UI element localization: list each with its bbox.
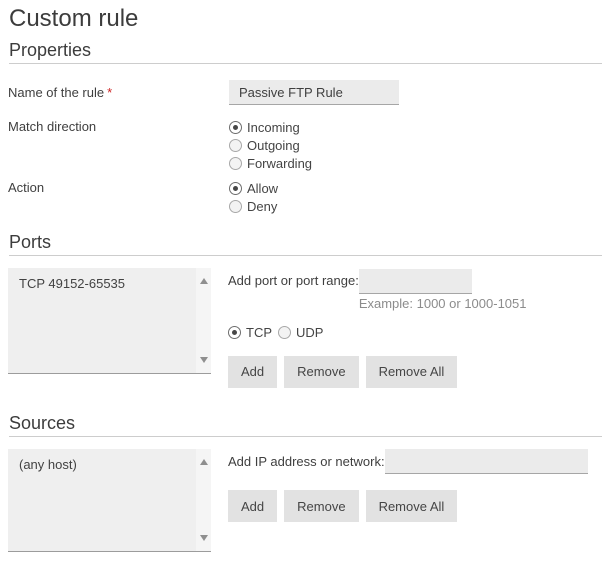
radio-option-incoming[interactable]: Incoming <box>229 118 312 136</box>
rule-name-label: Name of the rule* <box>8 80 229 105</box>
radio-icon[interactable] <box>229 157 242 170</box>
ports-buttons: Add Remove Remove All <box>228 356 602 388</box>
add-source-input-col <box>385 449 588 474</box>
match-direction-label: Match direction <box>8 118 229 136</box>
radio-option-label: UDP <box>296 325 323 340</box>
ports-row: TCP 49152-65535 Add port or port range: … <box>8 268 602 388</box>
add-source-button[interactable]: Add <box>228 490 277 522</box>
radio-icon[interactable] <box>229 139 242 152</box>
section-heading-sources: Sources <box>9 413 602 437</box>
listbox-scrollbar[interactable] <box>196 449 211 551</box>
port-example-hint: Example: 1000 or 1000-1051 <box>359 297 527 311</box>
radio-icon[interactable] <box>229 121 242 134</box>
radio-option-label: Incoming <box>247 120 300 135</box>
sources-panel: Add IP address or network: Add Remove Re… <box>228 449 602 523</box>
radio-option-label: Allow <box>247 181 278 196</box>
radio-option-allow[interactable]: Allow <box>229 179 278 197</box>
ports-listbox[interactable]: TCP 49152-65535 <box>8 268 211 374</box>
page-title: Custom rule <box>9 5 602 33</box>
list-item[interactable]: TCP 49152-65535 <box>8 268 211 291</box>
add-port-line: Add port or port range: Example: 1000 or… <box>228 268 602 311</box>
section-heading-ports: Ports <box>9 232 602 256</box>
sources-row: (any host) Add IP address or network: Ad… <box>8 449 602 552</box>
action-row: Action Allow Deny <box>8 179 602 215</box>
remove-source-button[interactable]: Remove <box>284 490 358 522</box>
radio-option-deny[interactable]: Deny <box>229 197 278 215</box>
radio-icon[interactable] <box>228 326 241 339</box>
action-label: Action <box>8 179 229 197</box>
ports-panel: Add port or port range: Example: 1000 or… <box>228 268 602 388</box>
action-options: Allow Deny <box>229 179 278 215</box>
add-source-input[interactable] <box>385 449 588 474</box>
radio-icon[interactable] <box>229 182 242 195</box>
radio-option-label: Deny <box>247 199 277 214</box>
sources-buttons: Add Remove Remove All <box>228 490 602 522</box>
add-source-line: Add IP address or network: <box>228 449 602 475</box>
custom-rule-form: Custom rule Properties Name of the rule*… <box>0 0 605 552</box>
add-port-button[interactable]: Add <box>228 356 277 388</box>
add-port-label: Add port or port range: <box>228 268 359 293</box>
rule-name-row: Name of the rule* <box>8 80 602 105</box>
remove-all-sources-button[interactable]: Remove All <box>366 490 458 522</box>
section-heading-properties: Properties <box>9 40 602 64</box>
radio-option-tcp[interactable]: TCP <box>228 324 272 342</box>
add-port-input[interactable] <box>359 269 472 294</box>
radio-option-forwarding[interactable]: Forwarding <box>229 154 312 172</box>
sources-listbox[interactable]: (any host) <box>8 449 211 552</box>
required-asterisk: * <box>107 85 112 100</box>
radio-option-label: Forwarding <box>247 156 312 171</box>
remove-all-ports-button[interactable]: Remove All <box>366 356 458 388</box>
radio-option-label: Outgoing <box>247 138 300 153</box>
scroll-down-icon[interactable] <box>200 357 208 363</box>
add-source-label: Add IP address or network: <box>228 449 385 474</box>
match-direction-row: Match direction Incoming Outgoing Forwar… <box>8 118 602 172</box>
radio-option-udp[interactable]: UDP <box>278 324 323 342</box>
radio-icon[interactable] <box>229 200 242 213</box>
rule-name-input[interactable] <box>229 80 399 105</box>
radio-icon[interactable] <box>278 326 291 339</box>
add-port-input-col: Example: 1000 or 1000-1051 <box>359 269 527 311</box>
remove-port-button[interactable]: Remove <box>284 356 358 388</box>
match-direction-options: Incoming Outgoing Forwarding <box>229 118 312 172</box>
rule-name-label-text: Name of the rule <box>8 85 104 100</box>
list-item[interactable]: (any host) <box>8 449 211 472</box>
radio-option-outgoing[interactable]: Outgoing <box>229 136 312 154</box>
scroll-down-icon[interactable] <box>200 535 208 541</box>
scroll-up-icon[interactable] <box>200 459 208 465</box>
radio-option-label: TCP <box>246 325 272 340</box>
listbox-scrollbar[interactable] <box>196 268 211 373</box>
scroll-up-icon[interactable] <box>200 278 208 284</box>
protocol-options: TCP UDP <box>228 324 602 342</box>
